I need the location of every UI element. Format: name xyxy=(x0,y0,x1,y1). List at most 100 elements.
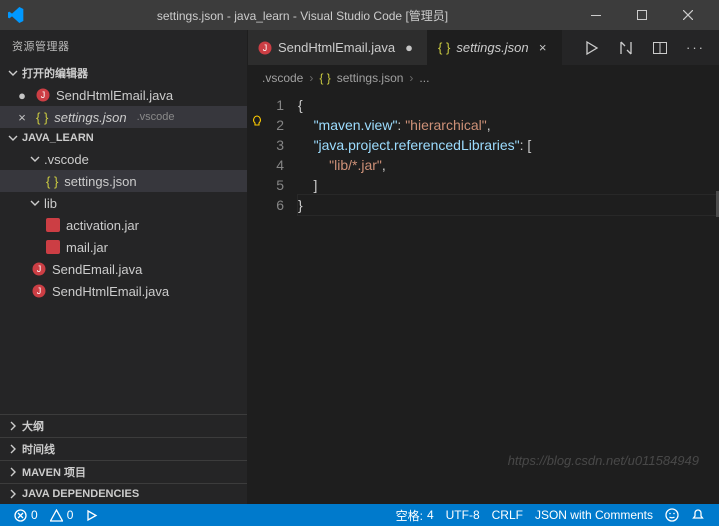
tab-settings-json[interactable]: { } settings.json × xyxy=(428,30,562,65)
json-icon: { } xyxy=(36,110,48,125)
editor-actions: ··· xyxy=(570,30,719,65)
feedback-icon[interactable] xyxy=(659,508,685,522)
folder-lib[interactable]: lib xyxy=(0,192,247,214)
file-item-jar[interactable]: activation.jar xyxy=(0,214,247,236)
status-spaces[interactable]: 空格: 4 xyxy=(390,507,440,524)
close-window-button[interactable] xyxy=(665,0,711,30)
json-icon: { } xyxy=(438,40,450,55)
close-icon[interactable]: × xyxy=(535,40,551,55)
code-content[interactable]: { "maven.view": "hierarchical", "java.pr… xyxy=(298,91,719,504)
vscode-icon xyxy=(8,7,32,23)
chevron-right-icon xyxy=(6,465,20,479)
folder-label: lib xyxy=(44,196,57,211)
chevron-down-icon xyxy=(30,198,40,208)
code-editor[interactable]: 123456 { "maven.view": "hierarchical", "… xyxy=(248,91,719,504)
error-count: 0 xyxy=(31,508,38,522)
more-actions-icon[interactable]: ··· xyxy=(686,40,705,55)
tab-label: settings.json xyxy=(456,40,528,55)
tab-bar: J SendHtmlEmail.java ● { } settings.json… xyxy=(248,30,719,65)
svg-text:J: J xyxy=(41,90,46,100)
breadcrumb-part[interactable]: ... xyxy=(419,71,429,85)
java-icon: J xyxy=(32,262,46,276)
window-controls xyxy=(573,0,711,30)
open-editor-label: settings.json xyxy=(54,110,126,125)
breadcrumb-part[interactable]: settings.json xyxy=(337,71,404,85)
java-icon: J xyxy=(258,41,272,55)
warning-count: 0 xyxy=(67,508,74,522)
file-item-settings-json[interactable]: { } settings.json xyxy=(0,170,247,192)
titlebar: settings.json - java_learn - Visual Stud… xyxy=(0,0,719,30)
tab-label: SendHtmlEmail.java xyxy=(278,40,395,55)
java-icon: J xyxy=(32,284,46,298)
line-numbers: 123456 xyxy=(248,91,298,504)
window-title: settings.json - java_learn - Visual Stud… xyxy=(32,7,573,24)
editor-area: J SendHtmlEmail.java ● { } settings.json… xyxy=(248,30,719,504)
section-label: MAVEN 项目 xyxy=(22,464,86,480)
project-root-label: JAVA_LEARN xyxy=(22,132,94,144)
open-editor-item[interactable]: ● J SendHtmlEmail.java xyxy=(0,84,247,106)
lightbulb-icon[interactable] xyxy=(250,115,264,129)
open-editor-detail: .vscode xyxy=(137,111,175,123)
close-icon[interactable]: × xyxy=(14,110,30,125)
open-editors-label: 打开的编辑器 xyxy=(22,65,88,81)
status-eol[interactable]: CRLF xyxy=(486,508,529,522)
chevron-down-icon xyxy=(6,131,20,145)
project-root-header[interactable]: JAVA_LEARN xyxy=(0,128,247,148)
json-icon: { } xyxy=(319,71,330,85)
section-java-deps[interactable]: JAVA DEPENDENCIES xyxy=(0,483,247,504)
chevron-right-icon xyxy=(6,487,20,501)
breadcrumb-part[interactable]: .vscode xyxy=(262,71,303,85)
chevron-down-icon xyxy=(30,154,40,164)
section-label: JAVA DEPENDENCIES xyxy=(22,488,139,500)
svg-text:J: J xyxy=(263,43,268,53)
folder-label: .vscode xyxy=(44,152,89,167)
status-errors[interactable]: 0 xyxy=(8,508,44,522)
file-label: activation.jar xyxy=(66,218,139,233)
file-label: settings.json xyxy=(64,174,136,189)
section-outline[interactable]: 大纲 xyxy=(0,414,247,437)
main-area: 资源管理器 打开的编辑器 ● J SendHtmlEmail.java × { … xyxy=(0,30,719,504)
red-icon xyxy=(46,240,60,254)
chevron-right-icon xyxy=(6,419,20,433)
run-icon[interactable] xyxy=(584,40,600,56)
sidebar-explorer: 资源管理器 打开的编辑器 ● J SendHtmlEmail.java × { … xyxy=(0,30,248,504)
status-warnings[interactable]: 0 xyxy=(44,508,80,522)
section-label: 时间线 xyxy=(22,441,55,457)
file-label: SendHtmlEmail.java xyxy=(52,284,169,299)
diff-icon[interactable] xyxy=(618,40,634,56)
dirty-indicator-icon[interactable]: ● xyxy=(401,40,417,55)
chevron-down-icon xyxy=(6,66,20,80)
red-icon xyxy=(46,218,60,232)
file-item-java[interactable]: J SendHtmlEmail.java xyxy=(0,280,247,302)
notifications-icon[interactable] xyxy=(685,508,711,522)
sidebar-header: 资源管理器 xyxy=(0,30,247,62)
open-editor-label: SendHtmlEmail.java xyxy=(56,88,173,103)
section-maven[interactable]: MAVEN 项目 xyxy=(0,460,247,483)
section-label: 大纲 xyxy=(22,418,44,434)
open-editor-item[interactable]: × { } settings.json .vscode xyxy=(0,106,247,128)
json-icon: { } xyxy=(46,174,58,189)
svg-text:J: J xyxy=(37,264,42,274)
java-icon: J xyxy=(36,88,50,102)
file-label: SendEmail.java xyxy=(52,262,142,277)
status-language[interactable]: JSON with Comments xyxy=(529,508,659,522)
minimize-button[interactable] xyxy=(573,0,619,30)
chevron-right-icon: › xyxy=(409,71,413,85)
chevron-right-icon: › xyxy=(309,71,313,85)
tab-sendhtmlemail[interactable]: J SendHtmlEmail.java ● xyxy=(248,30,428,65)
maximize-button[interactable] xyxy=(619,0,665,30)
section-timeline[interactable]: 时间线 xyxy=(0,437,247,460)
folder-vscode[interactable]: .vscode xyxy=(0,148,247,170)
file-label: mail.jar xyxy=(66,240,108,255)
dirty-indicator-icon: ● xyxy=(14,88,30,103)
chevron-right-icon xyxy=(6,442,20,456)
file-item-jar[interactable]: mail.jar xyxy=(0,236,247,258)
breadcrumb[interactable]: .vscode › { } settings.json › ... xyxy=(248,65,719,91)
file-item-java[interactable]: J SendEmail.java xyxy=(0,258,247,280)
status-bar: 0 0 空格: 4 UTF-8 CRLF JSON with Comments xyxy=(0,504,719,526)
svg-text:J: J xyxy=(37,286,42,296)
run-debug-icon[interactable] xyxy=(79,509,104,522)
open-editors-header[interactable]: 打开的编辑器 xyxy=(0,62,247,84)
status-encoding[interactable]: UTF-8 xyxy=(440,508,486,522)
split-editor-icon[interactable] xyxy=(652,40,668,56)
